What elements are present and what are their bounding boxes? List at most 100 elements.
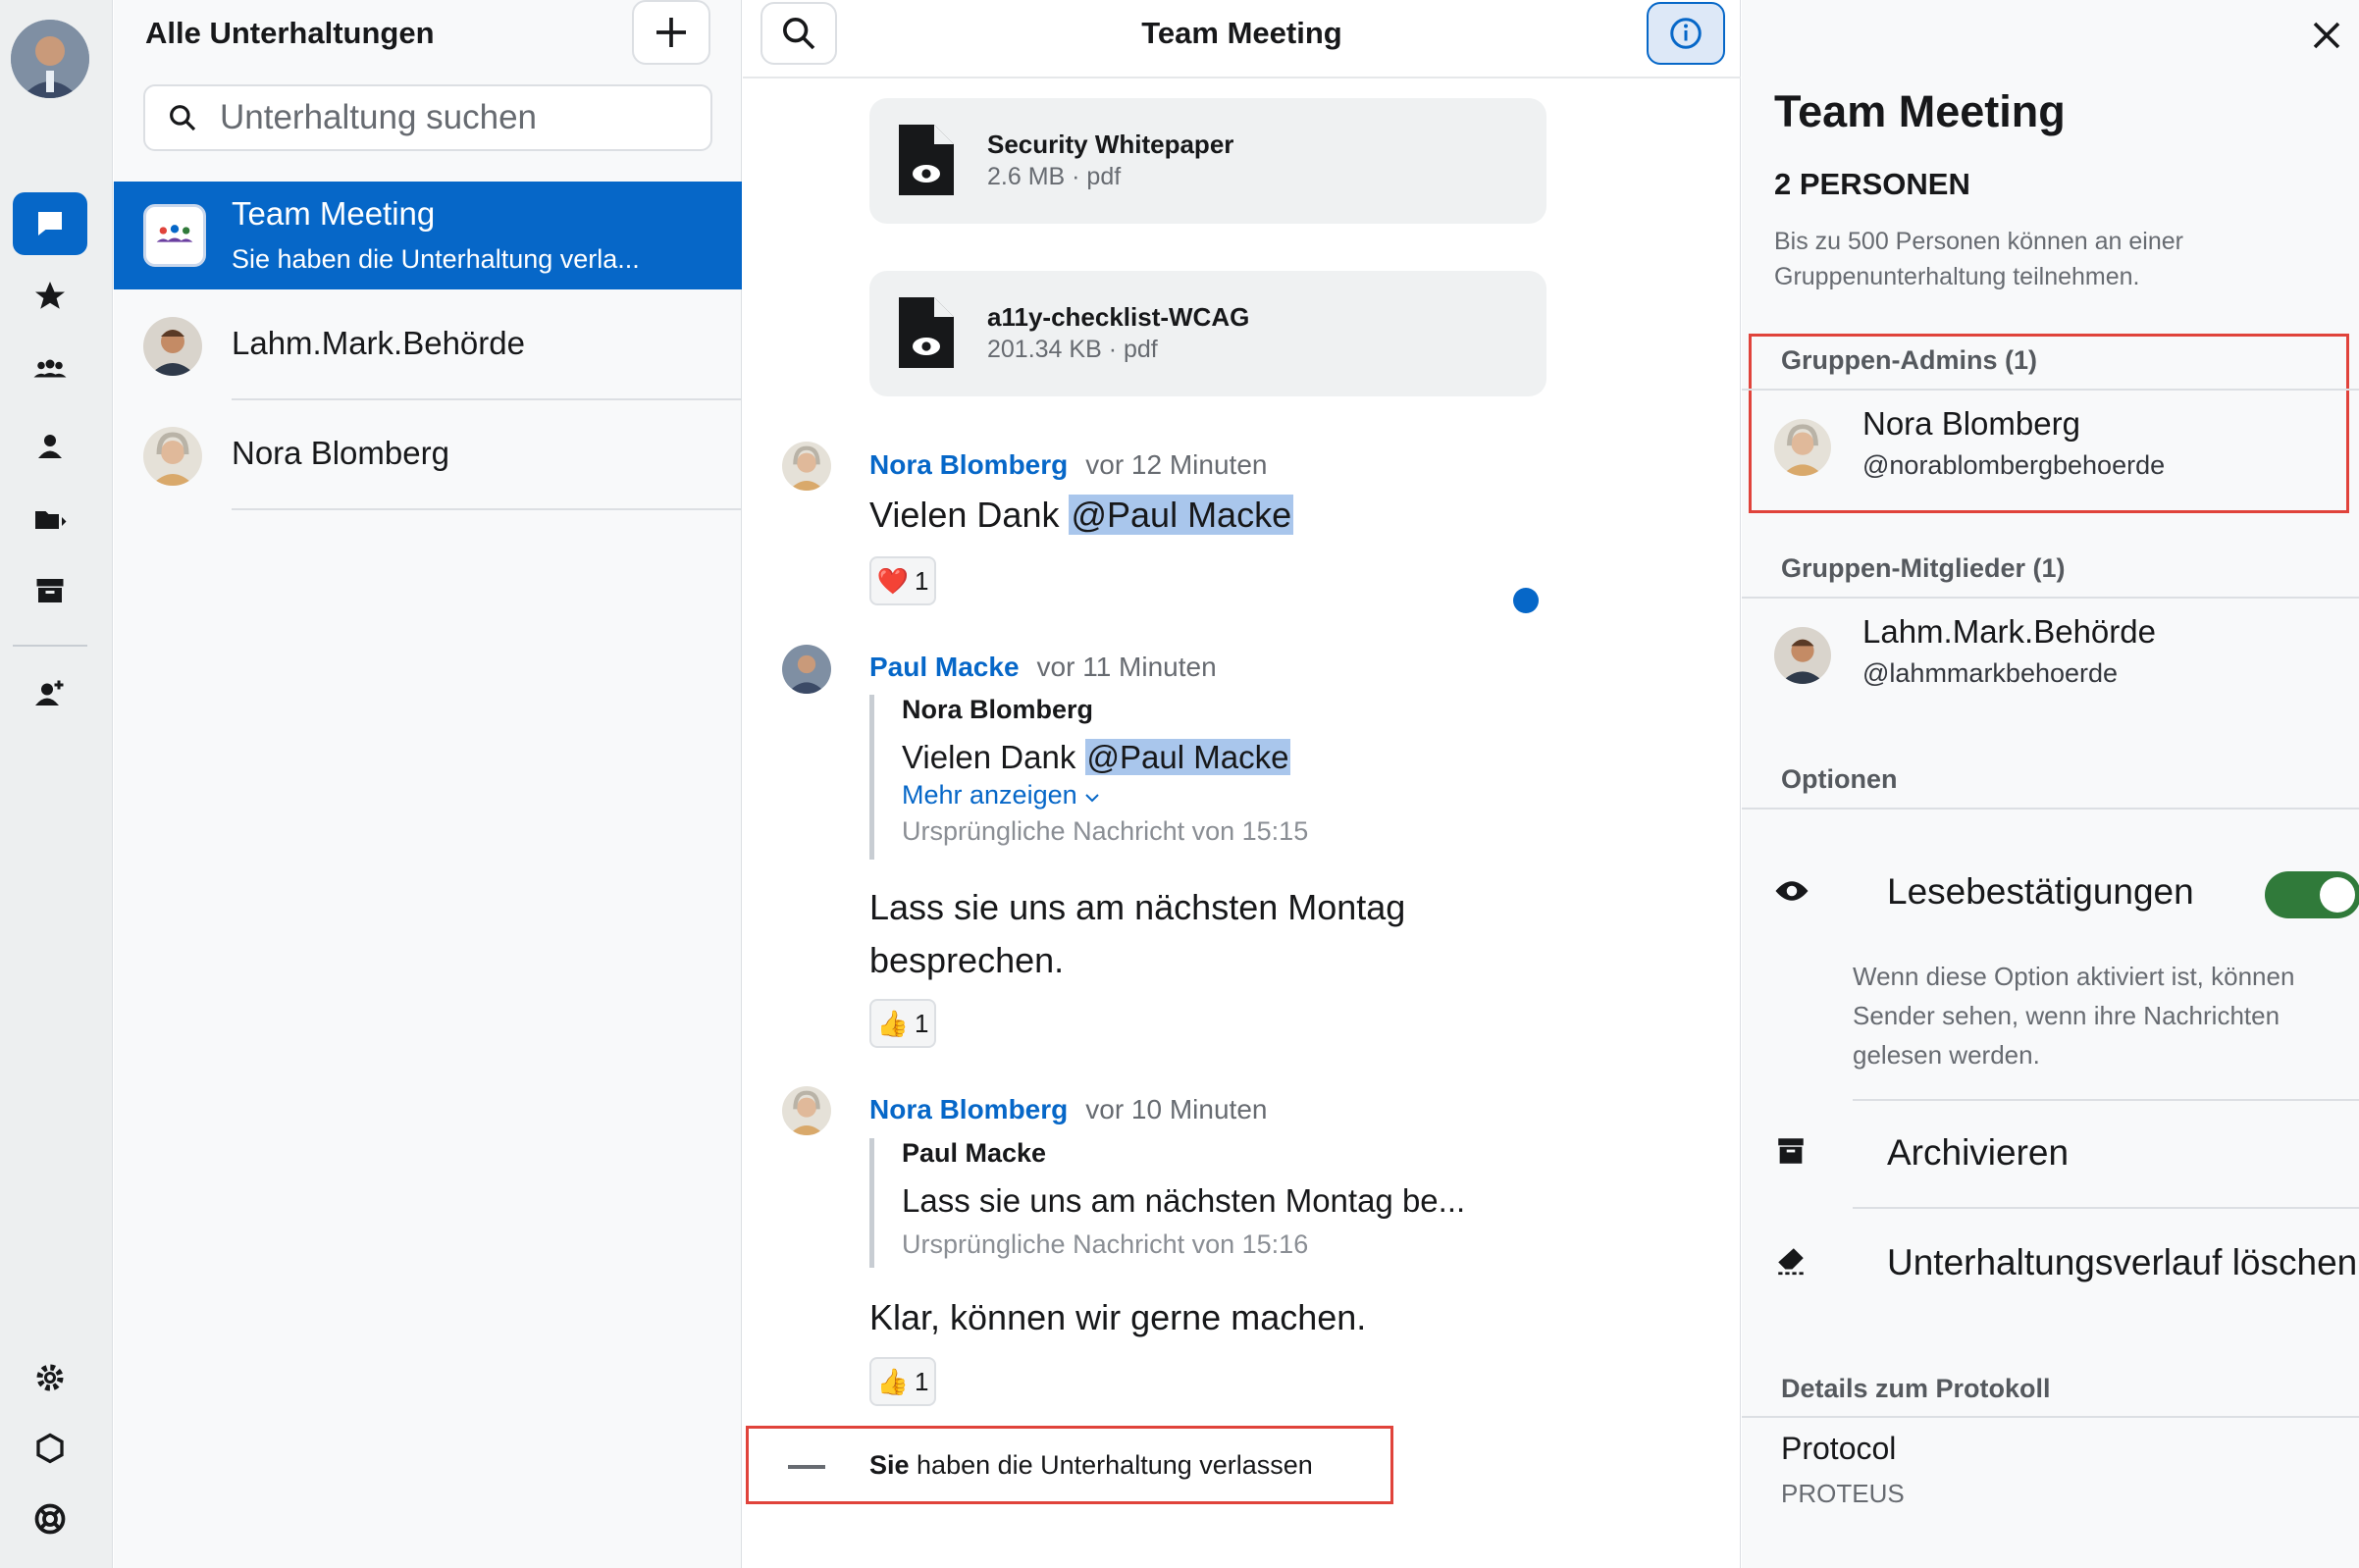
message-header: Nora Blomberg vor 10 Minuten [869, 1094, 1267, 1125]
quoted-message[interactable]: Nora Blomberg Vielen Dank @Paul Macke Me… [869, 695, 1308, 860]
message-author[interactable]: Nora Blomberg [869, 1094, 1068, 1124]
divider [1853, 1207, 2359, 1209]
plus-icon [656, 18, 686, 47]
file-attachment[interactable]: Security Whitepaper 2.6 MB · pdf [869, 98, 1546, 224]
avatar[interactable] [782, 442, 831, 491]
reaction-count: 1 [914, 565, 929, 596]
message-author[interactable]: Paul Macke [869, 652, 1020, 682]
navigation-rail [0, 0, 113, 1568]
close-icon[interactable] [2309, 18, 2344, 53]
quote-text-part: Vielen Dank [902, 739, 1085, 775]
conversation-list-panel: Alle Unterhaltungen Unterhaltung suchen … [114, 0, 742, 1568]
divider [1742, 389, 2359, 391]
read-receipts-toggle[interactable] [2265, 871, 2359, 918]
support-icon[interactable] [13, 1488, 87, 1550]
search-icon [170, 105, 196, 131]
eraser-icon [1778, 1248, 1804, 1276]
quote-original-time: Ursprüngliche Nachricht von 15:16 [902, 1229, 1309, 1259]
avatar [1774, 419, 1831, 476]
chat-title: Team Meeting [1141, 16, 1342, 50]
conversation-item-team-meeting[interactable]: Team Meeting Sie haben die Unterhaltung … [114, 182, 742, 289]
mention[interactable]: @Paul Macke [1084, 739, 1291, 775]
info-icon [1670, 18, 1702, 49]
quote-original-time: Ursprüngliche Nachricht von 15:15 [902, 816, 1309, 846]
reaction-count: 1 [914, 1008, 929, 1038]
protocol-value: PROTEUS [1781, 1479, 1905, 1508]
reaction-count: 1 [914, 1366, 929, 1396]
details-title: Team Meeting [1774, 86, 2066, 136]
file-name: Security Whitepaper [987, 130, 1234, 159]
message-time: vor 10 Minuten [1085, 1094, 1268, 1124]
dash-icon [788, 1465, 825, 1469]
system-message-left: Sie haben die Unterhaltung verlassen [746, 1426, 1393, 1504]
conversation-search-input[interactable]: Unterhaltung suchen [143, 84, 712, 151]
avatar[interactable] [782, 1086, 831, 1135]
hexagon-icon[interactable] [13, 1417, 87, 1480]
message-time: vor 11 Minuten [1036, 652, 1217, 682]
avatar [143, 427, 202, 486]
archive-icon[interactable] [13, 559, 87, 622]
groups-icon[interactable] [13, 339, 87, 401]
reaction-button[interactable]: 👍 1 [869, 1357, 936, 1406]
conversation-details-panel: Team Meeting 2 PERSONEN Bis zu 500 Perso… [1742, 0, 2359, 1568]
admins-label: Gruppen-Admins (1) [1781, 345, 2037, 375]
folders-icon[interactable] [13, 489, 87, 551]
member-handle: @lahmmarkbehoerde [1862, 658, 2119, 688]
conversation-item-lahm[interactable]: Lahm.Mark.Behörde [114, 292, 742, 400]
admin-member[interactable]: Nora Blomberg @norablombergbehoerde [1774, 397, 2324, 496]
quoted-message[interactable]: Paul Macke Lass sie uns am nächsten Mont… [869, 1138, 1465, 1268]
file-icon [899, 125, 954, 195]
eye-icon [1775, 881, 1809, 901]
user-avatar[interactable] [11, 20, 89, 98]
reaction-button[interactable]: ❤️ 1 [869, 556, 936, 605]
people-icon[interactable] [13, 415, 87, 478]
show-more-label: Mehr anzeigen [902, 780, 1077, 810]
people-count: 2 PERSONEN [1774, 167, 1970, 201]
file-meta: 2.6 MB · pdf [987, 163, 1122, 190]
conversation-name: Team Meeting [232, 195, 436, 232]
show-more-link[interactable]: Mehr anzeigen [902, 780, 1308, 810]
read-receipts-label: Lesebestätigungen [1887, 871, 2194, 912]
system-message-text: Sie haben die Unterhaltung verlassen [869, 1450, 1313, 1481]
clear-history-button[interactable]: Unterhaltungsverlauf löschen [1774, 1217, 2359, 1315]
chat-panel: Team Meeting Security Whitepaper 2.6 MB … [743, 0, 1741, 1568]
conversation-name: Nora Blomberg [232, 435, 449, 471]
quote-text: Lass sie uns am nächsten Montag be... [902, 1182, 1466, 1219]
quote-text: Vielen Dank @Paul Macke [902, 739, 1308, 776]
file-meta: 201.34 KB · pdf [987, 336, 1158, 363]
favorites-icon[interactable] [13, 265, 87, 328]
conversation-item-nora[interactable]: Nora Blomberg [114, 402, 742, 510]
conversation-subtitle: Sie haben die Unterhaltung verla... [232, 244, 640, 274]
quote-author: Nora Blomberg [902, 695, 1094, 724]
members-label: Gruppen-Mitglieder (1) [1781, 553, 2066, 583]
file-attachment[interactable]: a11y-checklist-WCAG 201.34 KB · pdf [869, 271, 1546, 396]
avatar [143, 317, 202, 376]
chevron-down-icon [1085, 794, 1099, 803]
add-contact-icon[interactable] [13, 662, 87, 725]
avatar[interactable] [782, 645, 831, 694]
protocol-name: Protocol [1781, 1431, 1897, 1466]
new-conversation-button[interactable] [632, 0, 710, 65]
divider [1853, 1099, 2359, 1101]
conversations-icon[interactable] [13, 192, 87, 255]
mention[interactable]: @Paul Macke [1069, 495, 1294, 535]
thumbs-up-icon: 👍 [876, 1008, 909, 1038]
message-header: Nora Blomberg vor 12 Minuten [869, 449, 1267, 481]
conversation-info-button[interactable] [1647, 2, 1725, 65]
list-title: Alle Unterhaltungen [145, 16, 435, 50]
divider [1742, 597, 2359, 599]
reaction-button[interactable]: 👍 1 [869, 999, 936, 1048]
message-text: Klar, können wir gerne machen. [869, 1297, 1367, 1337]
message-author[interactable]: Nora Blomberg [869, 449, 1068, 480]
message-text-part: Vielen Dank [869, 495, 1070, 535]
thumbs-up-icon: 👍 [876, 1366, 909, 1396]
settings-icon[interactable] [13, 1346, 87, 1409]
system-message-rest: haben die Unterhaltung verlassen [909, 1450, 1313, 1480]
group-member[interactable]: Lahm.Mark.Behörde @lahmmarkbehoerde [1774, 605, 2324, 704]
message-time: vor 12 Minuten [1085, 449, 1268, 480]
divider [232, 508, 742, 510]
heart-icon: ❤️ [876, 565, 909, 596]
archive-button[interactable]: Archivieren [1774, 1107, 2359, 1205]
scrollbar-handle[interactable] [1513, 588, 1539, 613]
system-message-subject: Sie [869, 1450, 910, 1480]
